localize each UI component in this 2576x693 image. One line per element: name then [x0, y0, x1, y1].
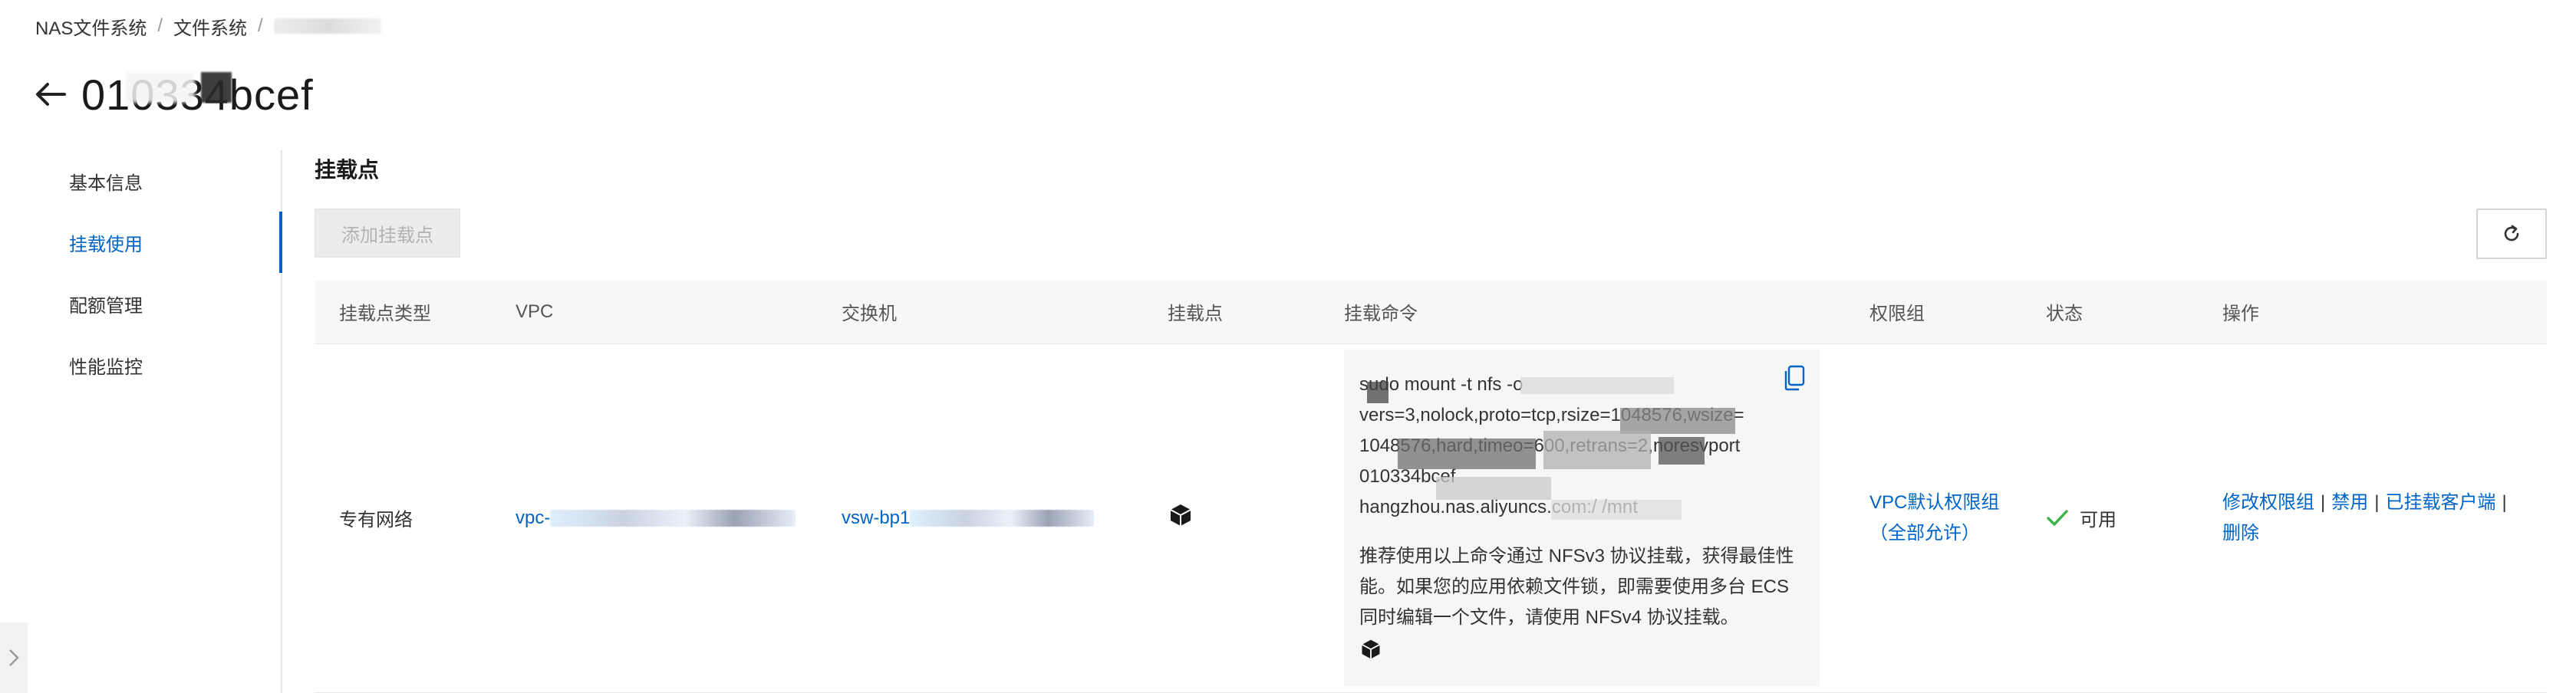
- permission-group-link[interactable]: VPC默认权限组（全部允许）: [1869, 488, 2000, 549]
- mount-command-line: sudo mount -t nfs -o: [1359, 374, 1524, 396]
- column-header: 状态: [2021, 281, 2198, 344]
- breadcrumb-separator: /: [157, 15, 163, 36]
- vpc-cell: vpc-: [491, 343, 817, 693]
- back-arrow-icon[interactable]: [34, 77, 68, 111]
- column-header: VPC: [491, 281, 817, 344]
- breadcrumb-separator: /: [258, 15, 263, 36]
- delete-link[interactable]: 删除: [2222, 523, 2259, 544]
- column-header: 权限组: [1845, 281, 2021, 344]
- column-header: 挂载点类型: [315, 281, 491, 344]
- vswitch-redaction: [910, 510, 1095, 527]
- sidebar-item-quota[interactable]: 配额管理: [0, 273, 281, 334]
- vpc-link[interactable]: vpc-: [516, 507, 550, 528]
- cube-icon[interactable]: [1168, 502, 1194, 528]
- sidebar-item-label: 挂载使用: [69, 234, 143, 255]
- table-row: 专有网络 vpc- vsw-bp1 sudo mount -t nfs -o v…: [315, 343, 2547, 693]
- vswitch-link[interactable]: vsw-bp1: [842, 507, 910, 528]
- sidebar-item-mount-usage[interactable]: 挂载使用: [0, 212, 281, 273]
- toolbar: 添加挂载点: [315, 209, 2547, 281]
- mount-command-box: sudo mount -t nfs -o vers=3,nolock,proto…: [1344, 350, 1820, 687]
- mount-command-cell: sudo mount -t nfs -o vers=3,nolock,proto…: [1319, 343, 1845, 693]
- sidebar-collapse-toggle[interactable]: [0, 622, 28, 693]
- sidebar-item-label: 性能监控: [69, 356, 143, 378]
- status-text: 可用: [2080, 510, 2116, 531]
- mount-command-line: 010334bcef: [1359, 466, 1456, 488]
- mount-command-note: 推荐使用以上命令通过 NFSv3 协议挂载，获得最佳性能。如果您的应用依赖文件锁…: [1359, 546, 1794, 629]
- mount-command-text: sudo mount -t nfs -o vers=3,nolock,proto…: [1359, 369, 1803, 523]
- vswitch-cell: vsw-bp1: [817, 343, 1143, 693]
- row-actions: 修改权限组 | 禁用 | 已挂载客户端 | 删除: [2222, 491, 2507, 544]
- main-content: 挂载点 添加挂载点 挂载点类型 VPC 交换机 挂载点 挂载命令 权限组 状态 …: [315, 150, 2547, 693]
- mount-type-cell: 专有网络: [315, 343, 491, 693]
- column-header: 挂载命令: [1319, 281, 1845, 344]
- sidebar-item-label: 基本信息: [69, 172, 143, 194]
- breadcrumb-filesystem[interactable]: 文件系统: [173, 13, 247, 40]
- sidebar: 基本信息 挂载使用 配额管理 性能监控: [0, 150, 282, 693]
- mount-point-cell: [1143, 343, 1319, 693]
- title-redaction: [126, 72, 264, 110]
- add-mount-point-button[interactable]: 添加挂载点: [315, 209, 460, 258]
- sidebar-item-basic-info[interactable]: 基本信息: [0, 150, 281, 212]
- modify-permission-group-link[interactable]: 修改权限组: [2222, 492, 2314, 513]
- sidebar-active-indicator: [279, 212, 282, 273]
- column-header: 交换机: [817, 281, 1143, 344]
- breadcrumb-current-redacted: [273, 18, 381, 34]
- refresh-button[interactable]: [2476, 209, 2547, 259]
- mount-point-table: 挂载点类型 VPC 交换机 挂载点 挂载命令 权限组 状态 操作 专有网络 vp…: [315, 281, 2547, 693]
- page-header: 010334bcef: [34, 67, 314, 121]
- sidebar-item-label: 配额管理: [69, 295, 143, 317]
- breadcrumb: NAS文件系统 / 文件系统 /: [35, 13, 381, 40]
- mounted-clients-link[interactable]: 已挂载客户端: [2385, 492, 2495, 513]
- mount-command-line: 1048576,hard,timeo=600,retrans=2,noresvp…: [1359, 435, 1741, 457]
- mount-command-line: hangzhou.nas.aliyuncs.com:/ /mnt: [1359, 497, 1638, 518]
- breadcrumb-nas[interactable]: NAS文件系统: [35, 13, 147, 40]
- permission-group-cell: VPC默认权限组（全部允许）: [1845, 343, 2021, 693]
- disable-link[interactable]: 禁用: [2331, 492, 2368, 513]
- cube-icon[interactable]: [1359, 638, 1382, 661]
- check-icon: [2047, 510, 2068, 526]
- refresh-icon: [2504, 225, 2519, 241]
- actions-cell: 修改权限组 | 禁用 | 已挂载客户端 | 删除: [2198, 343, 2547, 693]
- section-title: 挂载点: [315, 158, 380, 182]
- vpc-redaction: [550, 510, 796, 527]
- column-header: 挂载点: [1143, 281, 1319, 344]
- sidebar-item-performance[interactable]: 性能监控: [0, 334, 281, 396]
- column-header: 操作: [2198, 281, 2547, 344]
- status-cell: 可用: [2021, 343, 2198, 693]
- mount-command-line: vers=3,nolock,proto=tcp,rsize=1048576,ws…: [1359, 405, 1744, 426]
- table-header: 挂载点类型 VPC 交换机 挂载点 挂载命令 权限组 状态 操作: [315, 281, 2547, 344]
- chevron-right-icon: [9, 649, 19, 666]
